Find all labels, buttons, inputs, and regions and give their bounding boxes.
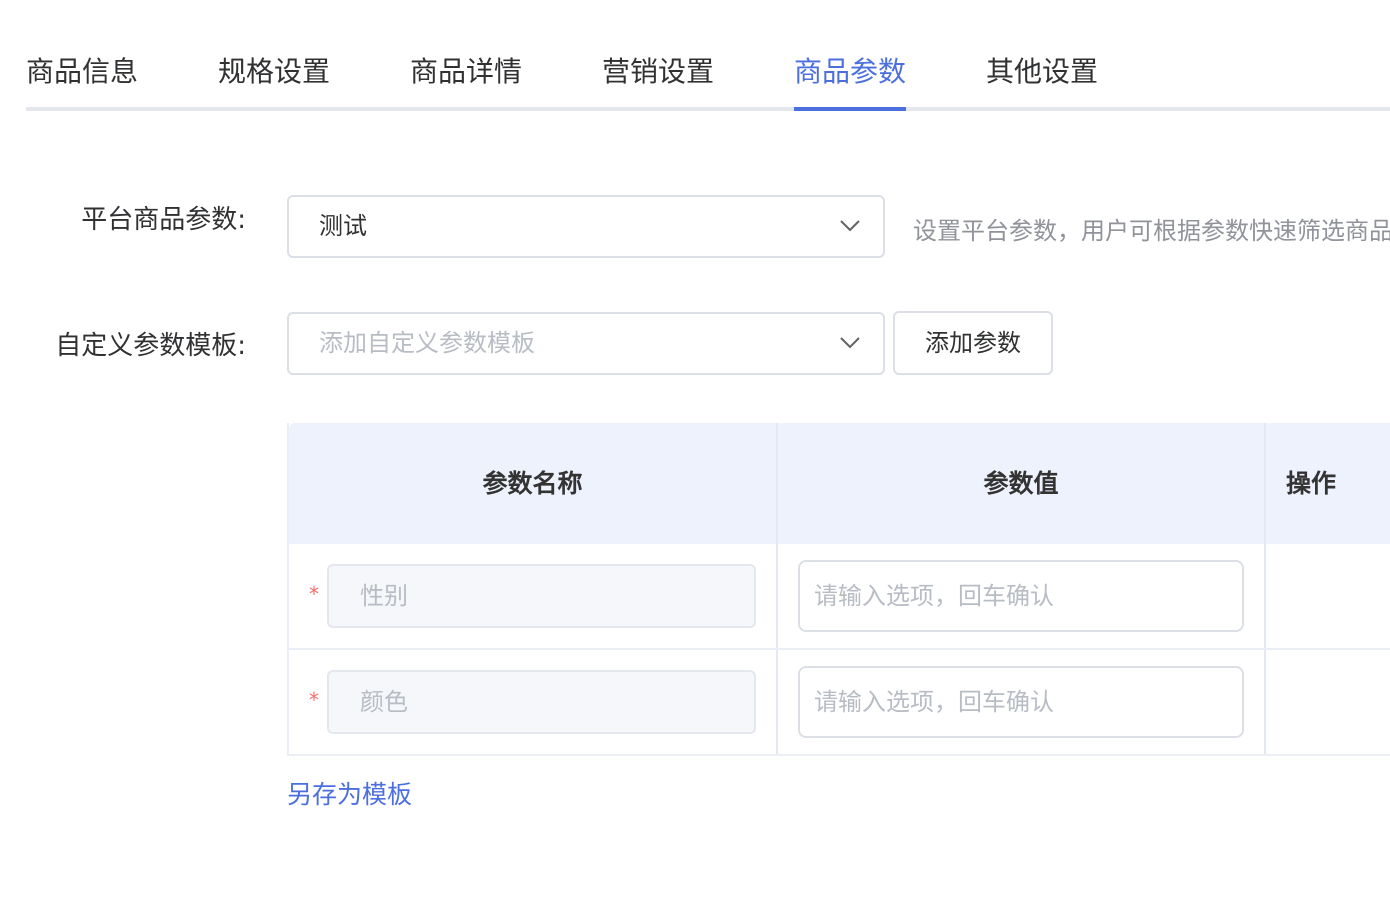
custom-template-select[interactable]: 添加自定义参数模板 xyxy=(287,312,885,375)
params-table: 参数名称 参数值 操作 * 性别 请输入选项，回车确认 * 颜色 请输入选项，回… xyxy=(287,423,1390,756)
param-name-input: 颜色 xyxy=(327,670,756,734)
table-header: 参数名称 参数值 操作 xyxy=(289,423,1390,544)
param-name-text: 颜色 xyxy=(360,688,408,716)
required-mark: * xyxy=(309,688,319,712)
chevron-down-icon xyxy=(840,220,860,232)
platform-params-value: 测试 xyxy=(319,212,367,240)
required-mark: * xyxy=(309,582,319,606)
param-value-placeholder: 请输入选项，回车确认 xyxy=(814,688,1054,716)
add-param-button[interactable]: 添加参数 xyxy=(893,311,1053,375)
param-name-input: 性别 xyxy=(327,564,756,628)
column-header-param-value: 参数值 xyxy=(983,469,1059,498)
chevron-down-icon xyxy=(840,337,860,349)
tab-product-details[interactable]: 商品详情 xyxy=(410,50,522,94)
column-header-actions: 操作 xyxy=(1285,469,1336,498)
save-as-template-link[interactable]: 另存为模板 xyxy=(287,775,412,811)
tab-product-params[interactable]: 商品参数 xyxy=(794,50,906,94)
tabs-bar: 商品信息 规格设置 商品详情 营销设置 商品参数 其他设置 xyxy=(26,0,1390,112)
tab-other-settings[interactable]: 其他设置 xyxy=(986,50,1098,94)
active-tab-indicator xyxy=(794,107,906,111)
tab-spec-settings[interactable]: 规格设置 xyxy=(218,50,330,94)
tab-product-info[interactable]: 商品信息 xyxy=(26,50,138,94)
param-value-input[interactable]: 请输入选项，回车确认 xyxy=(798,560,1244,632)
column-divider xyxy=(1264,423,1266,756)
param-value-placeholder: 请输入选项，回车确认 xyxy=(814,582,1054,610)
platform-params-select[interactable]: 测试 xyxy=(287,195,885,258)
param-name-text: 性别 xyxy=(360,582,408,610)
platform-params-label: 平台商品参数: xyxy=(81,205,246,235)
platform-params-hint: 设置平台参数，用户可根据参数快速筛选商品 xyxy=(913,217,1390,245)
tab-marketing-settings[interactable]: 营销设置 xyxy=(602,50,714,94)
tabs-divider xyxy=(26,107,1390,111)
row-divider xyxy=(289,648,1390,650)
param-value-input[interactable]: 请输入选项，回车确认 xyxy=(798,666,1244,738)
column-divider xyxy=(776,423,778,756)
row-divider xyxy=(289,754,1390,756)
column-header-param-name: 参数名称 xyxy=(482,469,583,498)
custom-template-placeholder: 添加自定义参数模板 xyxy=(319,329,535,357)
custom-template-label: 自定义参数模板: xyxy=(55,331,246,361)
